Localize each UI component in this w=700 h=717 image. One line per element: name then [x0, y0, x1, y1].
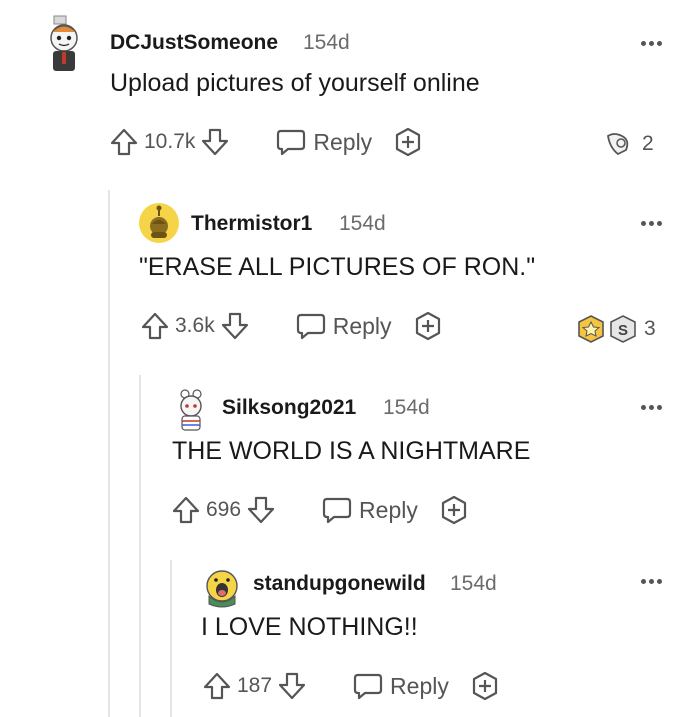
- timestamp: 154d: [303, 31, 350, 54]
- username[interactable]: Silksong2021: [222, 396, 356, 420]
- more-options-icon[interactable]: [636, 574, 666, 588]
- timestamp: 154d: [383, 396, 430, 419]
- username[interactable]: Thermistor1: [191, 212, 312, 236]
- upvote-icon[interactable]: [170, 494, 202, 526]
- comment-bubble-icon: [277, 129, 306, 156]
- reply-label: Reply: [359, 496, 418, 523]
- comment-bubble-icon: [353, 673, 383, 700]
- vote-score: 696: [206, 498, 242, 521]
- comment-body: "ERASE ALL PICTURES OF RON.": [139, 253, 536, 281]
- comment-body: THE WORLD IS A NIGHTMARE: [172, 437, 531, 465]
- comment: DCJustSomeone 154d Upload pictures of yo…: [0, 0, 700, 180]
- reply-button[interactable]: Reply: [321, 495, 418, 525]
- snoo-avatar-icon[interactable]: [171, 388, 211, 432]
- upvote-icon[interactable]: [139, 310, 171, 342]
- comment: Thermistor1 154d "ERASE ALL PICTURES OF …: [0, 190, 700, 370]
- more-options-icon[interactable]: [636, 216, 666, 230]
- upvote-icon[interactable]: [201, 670, 233, 702]
- svg-text:S: S: [618, 322, 628, 339]
- add-award-icon[interactable]: [438, 494, 470, 526]
- more-options-icon[interactable]: [636, 400, 666, 414]
- vote-score: 10.7k: [144, 130, 196, 153]
- award-badge[interactable]: 2: [604, 130, 654, 158]
- downvote-icon[interactable]: [245, 494, 277, 526]
- silver-award-icon: [607, 133, 629, 156]
- add-award-icon[interactable]: [469, 670, 501, 702]
- action-bar: 696 Reply: [170, 492, 470, 528]
- add-award-icon[interactable]: [392, 126, 424, 158]
- more-options-icon[interactable]: [636, 36, 666, 50]
- upvote-icon[interactable]: [108, 126, 140, 158]
- reply-label: Reply: [313, 128, 373, 155]
- downvote-icon[interactable]: [276, 670, 308, 702]
- vote-score: 3.6k: [175, 314, 215, 337]
- add-award-icon[interactable]: [412, 310, 444, 342]
- comment: standupgonewild 154d I LOVE NOTHING!! 18…: [0, 560, 700, 717]
- comment-body: Upload pictures of yourself online: [110, 69, 480, 97]
- downvote-icon[interactable]: [219, 310, 251, 342]
- silver-award-icon: S: [610, 315, 636, 343]
- username[interactable]: DCJustSomeone: [110, 31, 278, 55]
- reply-button[interactable]: Reply: [352, 671, 449, 701]
- comment: Silksong2021 154d THE WORLD IS A NIGHTMA…: [0, 378, 700, 558]
- action-bar: 3.6k Reply: [139, 308, 444, 344]
- reply-button[interactable]: Reply: [295, 311, 392, 341]
- snoo-avatar-icon[interactable]: [201, 566, 243, 608]
- snoo-avatar-icon[interactable]: [38, 14, 90, 71]
- timestamp: 154d: [339, 212, 386, 235]
- comment-bubble-icon: [296, 313, 325, 340]
- gold-award-icon: [578, 315, 604, 343]
- reply-label: Reply: [390, 672, 449, 699]
- comment-body: I LOVE NOTHING!!: [201, 613, 418, 641]
- timestamp: 154d: [450, 572, 497, 595]
- snoo-avatar-icon[interactable]: [138, 202, 180, 244]
- reply-label: Reply: [332, 312, 392, 339]
- vote-score: 187: [237, 674, 273, 697]
- award-count: 3: [644, 317, 656, 340]
- action-bar: 187 Reply: [201, 668, 501, 704]
- comment-bubble-icon: [322, 497, 352, 524]
- award-count: 2: [642, 132, 654, 155]
- action-bar: 10.7k Reply: [108, 124, 424, 160]
- downvote-icon[interactable]: [199, 126, 231, 158]
- award-badge[interactable]: S 3: [576, 314, 656, 344]
- username[interactable]: standupgonewild: [253, 572, 426, 596]
- reply-button[interactable]: Reply: [275, 127, 372, 157]
